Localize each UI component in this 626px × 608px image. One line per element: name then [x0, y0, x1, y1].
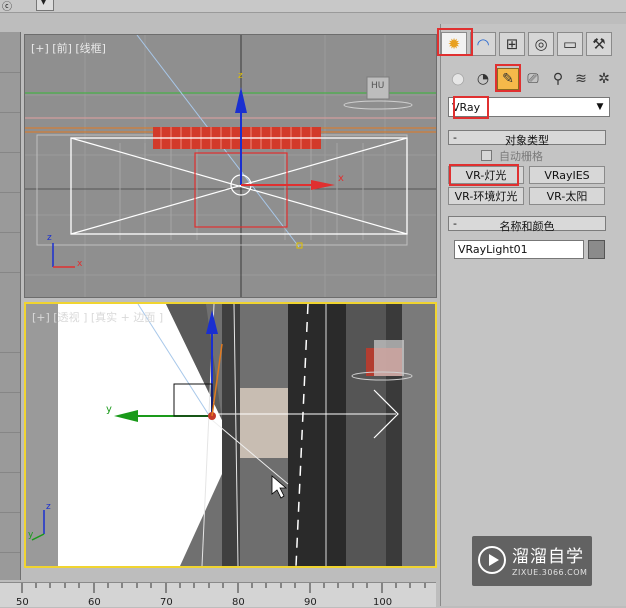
strip-cell [0, 252, 20, 273]
strip-cell [0, 52, 20, 73]
ruler-tick-label: 50 [16, 597, 29, 608]
auto-grid-checkbox[interactable] [481, 150, 492, 161]
category-dropdown[interactable]: VRay ▼ [448, 97, 610, 117]
axis-z-label: z [47, 233, 52, 243]
ruler-tick-label: 100 [373, 597, 393, 608]
tab-create[interactable]: ✹ [441, 32, 467, 56]
monitor-icon: ▭ [562, 35, 578, 53]
strip-cell [0, 532, 20, 553]
subtab-lights[interactable]: ✎ [497, 68, 519, 90]
timeline-ruler[interactable]: 50 60 70 80 90 100 [0, 582, 436, 608]
name-color-rollout-header[interactable]: - 名称和颜色 [448, 216, 606, 233]
subtab-cameras[interactable]: ⎚ [522, 68, 544, 90]
ruler-tick-label: 70 [160, 597, 173, 608]
auto-grid-label: 自动栅格 [499, 150, 543, 163]
axis-z-label: z [46, 502, 51, 512]
subtab-systems[interactable]: ✲ [593, 68, 615, 90]
subtab-shapes[interactable]: ◔ [472, 68, 494, 90]
strip-cell [0, 332, 20, 353]
light-bulb-icon: ✎ [502, 71, 514, 87]
gear-icon: ✲ [598, 71, 610, 87]
ruler-tick-label: 90 [304, 597, 317, 608]
modify-arc-icon: ◠ [476, 35, 490, 53]
chevron-down-icon: ▼ [596, 102, 604, 112]
top-toolbar-strip: ⓒ ▾ [0, 0, 626, 13]
strip-cell [0, 412, 20, 433]
watermark-url: ZIXUE.3066.COM [512, 568, 588, 577]
subtab-helpers[interactable]: ⚲ [547, 68, 569, 90]
front-viewport[interactable]: [+] [前] [线框] z x HU z x [24, 34, 437, 298]
toolbar-dropdown[interactable]: ▾ [36, 0, 54, 11]
left-viewport-strip [0, 32, 21, 580]
hierarchy-icon: ⊞ [505, 35, 519, 53]
tab-display[interactable]: ▭ [557, 32, 583, 56]
tab-hierarchy[interactable]: ⊞ [499, 32, 525, 56]
shapes-icon: ◔ [476, 71, 490, 87]
motion-icon: ◎ [534, 35, 548, 53]
object-color-swatch[interactable] [588, 240, 605, 259]
vrayies-button[interactable]: VRayIES [529, 166, 605, 184]
strip-cell [0, 132, 20, 153]
tab-utilities[interactable]: ⚒ [586, 32, 612, 56]
gizmo-y-label: y [106, 404, 112, 415]
strip-cell [0, 452, 20, 473]
strip-cell [0, 372, 20, 393]
strip-cell [0, 172, 20, 193]
front-viewport-canvas[interactable] [25, 35, 436, 297]
play-logo-icon [478, 546, 506, 574]
copyright-icon: ⓒ [2, 2, 12, 13]
name-color-title: 名称和颜色 [499, 220, 555, 233]
tab-modify[interactable]: ◠ [470, 32, 496, 56]
gizmo-z-label: z [238, 71, 243, 81]
subtab-spacewarps[interactable]: ≋ [570, 68, 592, 90]
subtab-geometry[interactable]: ● [447, 68, 469, 90]
perspective-viewport-canvas[interactable] [26, 304, 435, 566]
watermark-name: 溜溜自学 [512, 547, 584, 567]
ruler-ticks [21, 583, 426, 593]
watermark-logo: 溜溜自学 ZIXUE.3066.COM [472, 536, 592, 586]
axis-x-label: x [77, 259, 83, 269]
object-type-rollout-header[interactable]: - 对象类型 [448, 130, 606, 147]
sphere-icon: ● [451, 71, 465, 87]
command-panel: ✹ ◠ ⊞ ◎ ▭ ⚒ ● ◔ ✎ ⎚ ⚲ ≋ ✲ VRay ▼ - 对象类型 [437, 24, 626, 606]
strip-cell [0, 92, 20, 113]
camera-icon: ⎚ [527, 71, 539, 87]
tab-motion[interactable]: ◎ [528, 32, 554, 56]
perspective-viewport[interactable]: [+] [透视 ] [真实 + 边面 ] y z y [24, 302, 437, 568]
gizmo-x-label: x [338, 173, 344, 184]
viewcube-icon[interactable]: HU [371, 81, 384, 91]
vr-light-button[interactable]: VR-灯光 [448, 166, 524, 184]
front-viewport-label[interactable]: [+] [前] [线框] [31, 40, 106, 56]
vr-ambient-light-button[interactable]: VR-环境灯光 [448, 187, 524, 205]
helper-icon: ⚲ [552, 71, 564, 87]
vr-sun-button[interactable]: VR-太阳 [529, 187, 605, 205]
ruler-tick-label: 60 [88, 597, 101, 608]
hammer-icon: ⚒ [592, 35, 606, 53]
object-type-title: 对象类型 [505, 134, 549, 147]
perspective-viewport-label[interactable]: [+] [透视 ] [真实 + 边面 ] [32, 309, 163, 325]
strip-cell [0, 492, 20, 513]
category-dropdown-value: VRay [452, 101, 481, 114]
star-icon: ✹ [447, 35, 461, 53]
axis-y-label: y [28, 530, 34, 540]
ruler-tick-label: 80 [232, 597, 245, 608]
strip-cell [0, 212, 20, 233]
wave-icon: ≋ [575, 71, 587, 87]
object-name-input[interactable]: VRayLight01 [454, 240, 584, 259]
chevron-down-icon: ▾ [41, 0, 47, 8]
